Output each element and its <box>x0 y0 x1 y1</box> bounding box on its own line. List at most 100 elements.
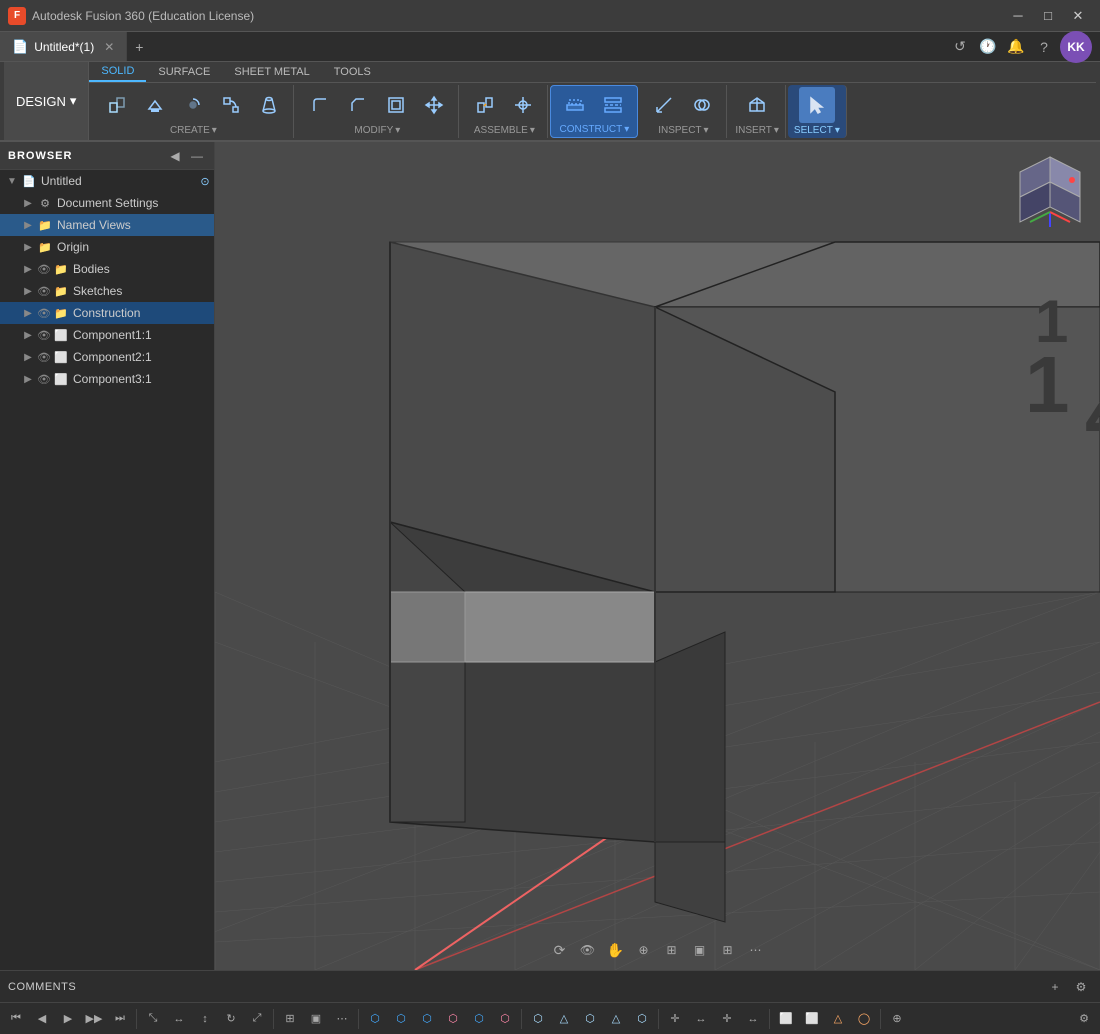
refresh-icon[interactable]: ↺ <box>948 35 972 59</box>
nav-cube[interactable] <box>1010 152 1090 232</box>
tree-item-document-settings[interactable]: ▶ ⚙ Document Settings <box>0 192 214 214</box>
design-button[interactable]: DESIGN ▾ <box>4 62 89 140</box>
tree-item-component2[interactable]: ▶ 👁 ⬜ Component2:1 <box>0 346 214 368</box>
expand-arrow-named-views[interactable]: ▶ <box>20 217 36 233</box>
snap-button[interactable]: ▣ <box>304 1007 328 1031</box>
expand-arrow-construction[interactable]: ▶ <box>20 305 36 321</box>
offset-plane-button[interactable] <box>557 87 593 123</box>
tree-item-component3[interactable]: ▶ 👁 ⬜ Component3:1 <box>0 368 214 390</box>
settings-icon[interactable]: ⚙ <box>1070 976 1092 998</box>
expand-arrow-comp2[interactable]: ▶ <box>20 349 36 365</box>
tab-solid[interactable]: SOLID <box>89 62 146 82</box>
user-avatar[interactable]: KK <box>1060 31 1092 63</box>
scale-button[interactable]: ⤢ <box>245 1007 269 1031</box>
pink-tool-1[interactable]: ⬡ <box>441 1007 465 1031</box>
tab-close-icon[interactable]: ✕ <box>104 40 114 54</box>
playback-prev-button[interactable]: ◀ <box>30 1007 54 1031</box>
pan-icon[interactable]: ✋ <box>604 938 628 962</box>
tree-item-construction[interactable]: ▶ 👁 📁 Construction <box>0 302 214 324</box>
measure-button[interactable] <box>646 87 682 123</box>
look-at-icon[interactable]: 👁 <box>576 938 600 962</box>
browser-pin-icon[interactable]: — <box>188 147 206 165</box>
joint-origin-button[interactable] <box>505 87 541 123</box>
blue-tool-3[interactable]: ⬡ <box>415 1007 439 1031</box>
rotate-button[interactable]: ↻ <box>219 1007 243 1031</box>
loft-button[interactable] <box>251 87 287 123</box>
notifications-icon[interactable]: 🔔 <box>1004 35 1028 59</box>
orange-tool-2[interactable]: ⬜ <box>800 1007 824 1031</box>
revolve-button[interactable] <box>175 87 211 123</box>
select-button[interactable] <box>799 87 835 123</box>
tree-item-untitled[interactable]: ▼ 📄 Untitled ⊙ <box>0 170 214 192</box>
viewport[interactable]: 1 4 1 3 <box>215 142 1100 970</box>
grid-icon[interactable]: ⊞ <box>716 938 740 962</box>
tab-tools[interactable]: TOOLS <box>322 62 383 82</box>
eye-bodies-icon[interactable]: 👁 <box>36 261 52 277</box>
grid-snap-icon[interactable]: ⋯ <box>744 938 768 962</box>
zoom-in-icon[interactable]: ⊕ <box>632 938 656 962</box>
more-tools-button[interactable]: ⋯ <box>330 1007 354 1031</box>
eye-sketches-icon[interactable]: 👁 <box>36 283 52 299</box>
expand-arrow-sketches[interactable]: ▶ <box>20 283 36 299</box>
tree-item-sketches[interactable]: ▶ 👁 📁 Sketches <box>0 280 214 302</box>
maximize-button[interactable]: □ <box>1034 5 1062 27</box>
shape-tool-3[interactable]: ⬡ <box>578 1007 602 1031</box>
align-v-button[interactable]: ↕ <box>193 1007 217 1031</box>
new-component-button[interactable] <box>99 87 135 123</box>
tree-item-origin[interactable]: ▶ 📁 Origin <box>0 236 214 258</box>
history-icon[interactable]: 🕐 <box>976 35 1000 59</box>
expand-arrow-origin[interactable]: ▶ <box>20 239 36 255</box>
expand-arrow-comp3[interactable]: ▶ <box>20 371 36 387</box>
shape-tool-1[interactable]: ⬡ <box>526 1007 550 1031</box>
move-button[interactable] <box>416 87 452 123</box>
playback-play-button[interactable]: ▶ <box>56 1007 80 1031</box>
transform-tool-2[interactable]: ↔ <box>689 1007 713 1031</box>
help-icon[interactable]: ? <box>1032 35 1056 59</box>
orbit-icon[interactable]: ⟳ <box>548 938 572 962</box>
add-comment-icon[interactable]: + <box>1044 976 1066 998</box>
transform-tool-4[interactable]: ↔ <box>741 1007 765 1031</box>
expand-arrow-untitled[interactable]: ▼ <box>4 173 20 189</box>
joint-button[interactable] <box>467 87 503 123</box>
align-h-button[interactable]: ↔ <box>167 1007 191 1031</box>
tree-item-component1[interactable]: ▶ 👁 ⬜ Component1:1 <box>0 324 214 346</box>
playback-next-button[interactable]: ▶▶ <box>82 1007 106 1031</box>
tab-surface[interactable]: SURFACE <box>146 62 222 82</box>
shape-tool-4[interactable]: △ <box>604 1007 628 1031</box>
blue-tool-1[interactable]: ⬡ <box>363 1007 387 1031</box>
add-tab-button[interactable]: + <box>127 32 151 61</box>
eye-comp1-icon[interactable]: 👁 <box>36 327 52 343</box>
blue-tool-2[interactable]: ⬡ <box>389 1007 413 1031</box>
interference-button[interactable] <box>684 87 720 123</box>
extrude-button[interactable] <box>137 87 173 123</box>
tab-sheet-metal[interactable]: SHEET METAL <box>222 62 321 82</box>
fit-icon[interactable]: ⊞ <box>660 938 684 962</box>
playback-end-button[interactable]: ⏭ <box>108 1007 132 1031</box>
expand-arrow-comp1[interactable]: ▶ <box>20 327 36 343</box>
shell-button[interactable] <box>378 87 414 123</box>
close-button[interactable]: ✕ <box>1064 5 1092 27</box>
minimize-button[interactable]: ─ <box>1004 5 1032 27</box>
blue-tool-4[interactable]: ⬡ <box>467 1007 491 1031</box>
display-mode-icon[interactable]: ▣ <box>688 938 712 962</box>
sweep-button[interactable] <box>213 87 249 123</box>
browser-collapse-icon[interactable]: ◀ <box>166 147 184 165</box>
eye-comp3-icon[interactable]: 👁 <box>36 371 52 387</box>
visibility-circle-icon[interactable]: ⊙ <box>196 172 214 190</box>
insert-mesh-button[interactable] <box>739 87 775 123</box>
chamfer-button[interactable] <box>340 87 376 123</box>
3d-scene[interactable]: 1 4 1 3 <box>215 142 1100 970</box>
grid-button[interactable]: ⊞ <box>278 1007 302 1031</box>
move-tool-button[interactable]: ⤡ <box>141 1007 165 1031</box>
eye-construction-icon[interactable]: 👁 <box>36 305 52 321</box>
tab-untitled[interactable]: 📄 Untitled*(1) ✕ <box>0 32 127 61</box>
bottom-settings-button[interactable]: ⚙ <box>1072 1007 1096 1031</box>
fillet-button[interactable] <box>302 87 338 123</box>
transform-tool-1[interactable]: ✛ <box>663 1007 687 1031</box>
expand-arrow-bodies[interactable]: ▶ <box>20 261 36 277</box>
playback-start-button[interactable]: ⏮ <box>4 1007 28 1031</box>
more-button[interactable]: ⊕ <box>885 1007 909 1031</box>
shape-tool-2[interactable]: △ <box>552 1007 576 1031</box>
eye-comp2-icon[interactable]: 👁 <box>36 349 52 365</box>
pink-tool-2[interactable]: ⬡ <box>493 1007 517 1031</box>
